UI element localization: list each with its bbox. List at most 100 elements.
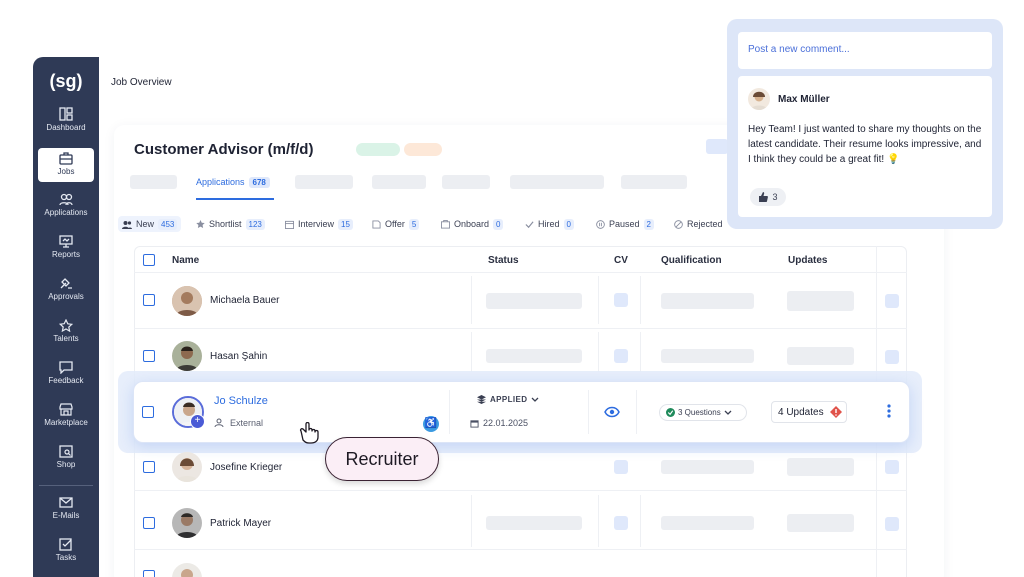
approvals-icon: [60, 278, 72, 289]
filter-rejected[interactable]: Rejected: [674, 216, 723, 232]
candidate-name[interactable]: Josefine Krieger: [210, 462, 282, 473]
sidebar-item-applications[interactable]: Applications: [38, 193, 94, 227]
filter-count: 0: [493, 218, 504, 230]
column-header-name[interactable]: Name: [172, 255, 199, 266]
sidebar-item-marketplace[interactable]: Marketplace: [38, 403, 94, 437]
cv-indicator[interactable]: [614, 516, 628, 530]
sidebar-divider: [39, 485, 93, 486]
comment-input[interactable]: Post a new comment...: [738, 32, 992, 69]
row-checkbox[interactable]: [143, 461, 155, 473]
sidebar-item-label: Dashboard: [46, 123, 86, 132]
row-action[interactable]: [885, 294, 899, 308]
sidebar-item-tasks[interactable]: Tasks: [38, 538, 94, 572]
column-header-status[interactable]: Status: [488, 255, 519, 266]
candidate-name[interactable]: Jo Schulze: [214, 395, 268, 407]
filter-count: 123: [245, 218, 265, 230]
column-header-qualification[interactable]: Qualification: [661, 255, 722, 266]
sidebar-item-label: Approvals: [48, 292, 84, 301]
row-divider: [134, 490, 907, 491]
row-checkbox[interactable]: [143, 570, 155, 577]
column-header-cv[interactable]: CV: [614, 255, 628, 266]
cv-indicator[interactable]: [614, 293, 628, 307]
status-dropdown[interactable]: APPLIED: [477, 395, 539, 404]
tab-placeholder[interactable]: [510, 175, 604, 189]
recruiter-tooltip: Recruiter: [325, 437, 439, 481]
updates-button[interactable]: 4 Updates: [771, 401, 847, 423]
status-label: APPLIED: [490, 395, 528, 404]
sidebar-item-reports[interactable]: Reports: [38, 235, 94, 269]
accessibility-icon: ♿: [423, 416, 439, 432]
tab-placeholder[interactable]: [621, 175, 687, 189]
row-action[interactable]: [885, 460, 899, 474]
alert-icon: [829, 406, 842, 418]
tab-placeholder[interactable]: [442, 175, 490, 189]
row-action[interactable]: [885, 350, 899, 364]
filter-interview[interactable]: Interview 15: [285, 216, 353, 232]
candidate-name[interactable]: Hasan Şahin: [210, 351, 267, 362]
candidate-name[interactable]: Michaela Bauer: [210, 295, 279, 306]
column-divider: [471, 495, 472, 547]
column-divider: [636, 390, 637, 434]
filter-shortlist[interactable]: Shortlist 123: [196, 216, 265, 232]
column-header-updates[interactable]: Updates: [788, 255, 827, 266]
sidebar-item-feedback[interactable]: Feedback: [38, 361, 94, 395]
sidebar-item-jobs[interactable]: Jobs: [38, 148, 94, 182]
filter-new[interactable]: New 453: [118, 216, 182, 232]
row-action[interactable]: [885, 517, 899, 531]
filter-label: Hired: [538, 219, 560, 229]
sidebar-item-label: E-Mails: [52, 511, 80, 520]
candidate-name[interactable]: Patrick Mayer: [210, 518, 271, 529]
filter-count: 453: [158, 218, 178, 230]
sidebar-item-dashboard[interactable]: Dashboard: [38, 107, 94, 141]
thumbs-up-icon: [759, 192, 769, 202]
users-icon: [122, 220, 132, 229]
more-options-icon[interactable]: [887, 404, 891, 423]
row-checkbox[interactable]: [143, 517, 155, 529]
tab-applications-count: 678: [248, 177, 270, 188]
filter-onboard[interactable]: Onboard 0: [441, 216, 504, 232]
row-divider: [134, 272, 907, 273]
row-checkbox[interactable]: [142, 406, 154, 418]
sidebar-item-talents[interactable]: Talents: [38, 319, 94, 353]
tab-placeholder[interactable]: [130, 175, 177, 189]
sidebar-item-label: Talents: [53, 334, 79, 343]
candidate-source: External: [214, 418, 263, 428]
like-button[interactable]: 3: [750, 188, 786, 206]
action-button-placeholder[interactable]: [706, 139, 728, 154]
filter-label: Paused: [609, 219, 640, 229]
row-checkbox[interactable]: [143, 350, 155, 362]
updates-label: 4 Updates: [778, 406, 824, 418]
row-checkbox[interactable]: [143, 294, 155, 306]
column-divider: [471, 332, 472, 372]
updates-placeholder: [787, 514, 854, 532]
select-all-checkbox[interactable]: [143, 254, 155, 266]
tab-applications[interactable]: Applications 678: [196, 177, 270, 188]
sidebar-item-shop[interactable]: Shop: [38, 445, 94, 479]
sidebar-item-approvals[interactable]: Approvals: [38, 277, 94, 311]
sidebar-item-emails[interactable]: E-Mails: [38, 496, 94, 530]
check-icon: [525, 220, 534, 228]
filter-offer[interactable]: Offer 5: [372, 216, 420, 232]
filter-label: Rejected: [687, 219, 723, 229]
questions-label: 3 Questions: [678, 408, 721, 417]
filter-paused[interactable]: Paused 2: [596, 216, 654, 232]
column-divider: [598, 495, 599, 547]
filter-count: 2: [643, 218, 654, 230]
dashboard-icon: [59, 107, 73, 121]
users-icon: [59, 193, 73, 206]
tab-placeholder[interactable]: [295, 175, 353, 189]
avatar: [172, 286, 202, 316]
eye-icon[interactable]: [604, 405, 620, 423]
shop-icon: [59, 445, 73, 458]
cv-indicator[interactable]: [614, 460, 628, 474]
cv-indicator[interactable]: [614, 349, 628, 363]
questions-dropdown[interactable]: 3 Questions: [659, 404, 747, 421]
avatar: [172, 341, 202, 371]
add-badge-icon[interactable]: +: [190, 414, 205, 429]
tab-placeholder[interactable]: [372, 175, 426, 189]
star-icon: [196, 219, 205, 228]
reject-icon: [674, 219, 683, 229]
filter-hired[interactable]: Hired 0: [525, 216, 574, 232]
external-icon: [214, 418, 224, 428]
mail-icon: [59, 497, 73, 508]
